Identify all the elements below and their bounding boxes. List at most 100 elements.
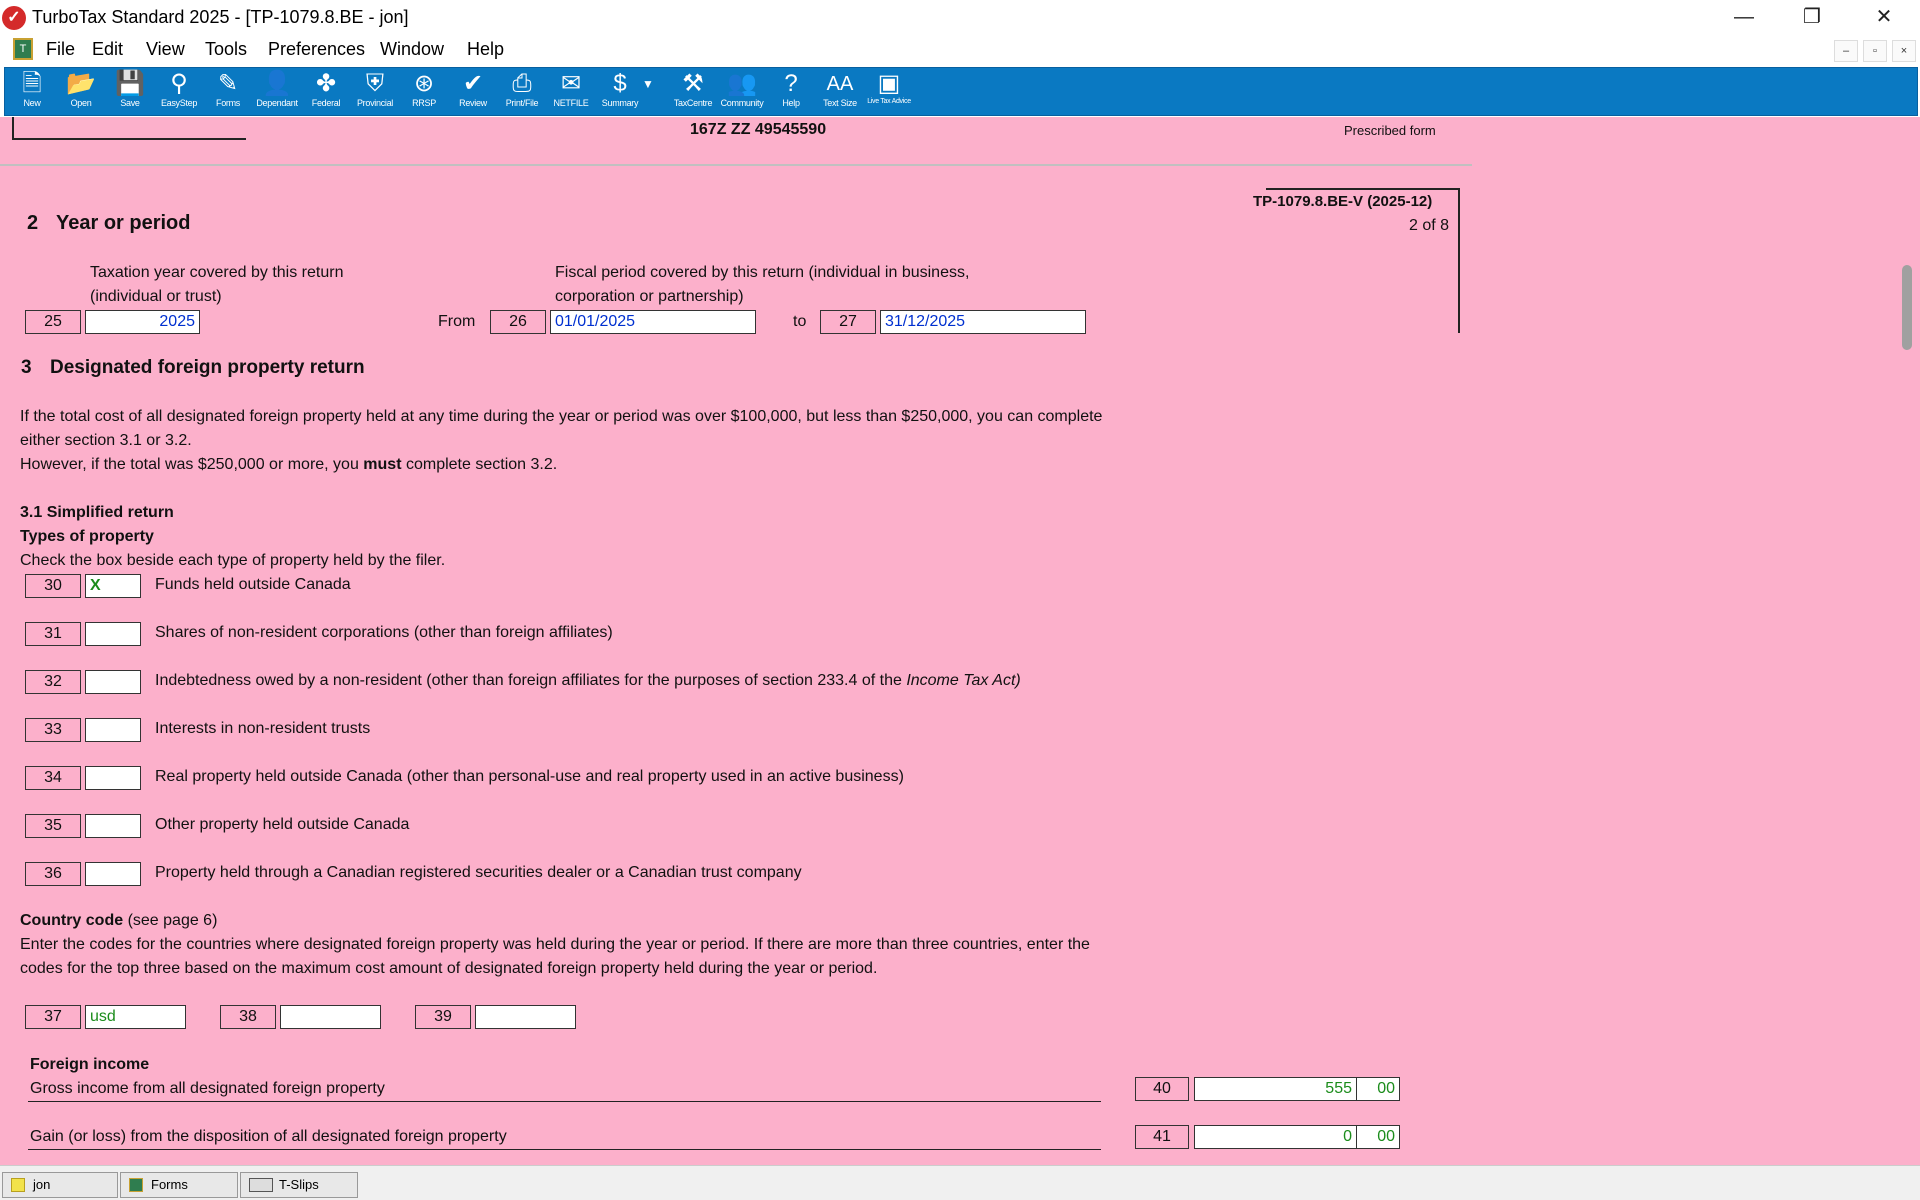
- forms-icon: [129, 1178, 143, 1192]
- provincial-icon: ⛨: [366, 70, 384, 97]
- menu-window[interactable]: Window: [380, 39, 444, 60]
- federal-icon: ✤: [315, 70, 337, 97]
- header-border-top: [1266, 188, 1460, 190]
- community-icon: 👥: [727, 70, 757, 97]
- tax-year-field[interactable]: 2025: [85, 310, 200, 334]
- toolbar-taxcentre-button[interactable]: ⚒ TaxCentre: [669, 68, 717, 117]
- section-2-number: 2: [27, 212, 39, 234]
- funds-outside-canada-checkbox[interactable]: X: [85, 574, 141, 598]
- toolbar-provincial-button[interactable]: ⛨ Provincial: [351, 68, 399, 117]
- line-41-label: 41: [1135, 1125, 1189, 1149]
- to-date-field[interactable]: 31/12/2025: [880, 310, 1086, 334]
- rrsp-icon: ⊛: [413, 70, 435, 97]
- print-icon: ⎙: [512, 70, 532, 97]
- gain-loss-underline: [28, 1149, 1101, 1150]
- toolbar-forms-button[interactable]: ✎ Forms: [204, 68, 252, 117]
- toolbar-rrsp-button[interactable]: ⊛ RRSP: [400, 68, 448, 117]
- toolbar-printfile-button[interactable]: ⎙ Print/File: [498, 68, 546, 117]
- summary-icon: $: [613, 70, 627, 97]
- indebtedness-checkbox[interactable]: [85, 670, 141, 694]
- line-25-label: 25: [25, 310, 81, 334]
- page-separator: [0, 164, 1472, 166]
- summary-dropdown-button[interactable]: ▼: [641, 68, 655, 117]
- from-date-field[interactable]: 01/01/2025: [550, 310, 756, 334]
- page-number: 2 of 8: [1409, 217, 1450, 234]
- toolbar-netfile-button[interactable]: ✉ NETFILE: [547, 68, 595, 117]
- menu-preferences[interactable]: Preferences: [268, 39, 365, 60]
- menu-view[interactable]: View: [146, 39, 185, 60]
- tab-tslips[interactable]: T-Slips: [240, 1172, 358, 1198]
- line-34-label: 34: [25, 766, 81, 790]
- securities-dealer-checkbox[interactable]: [85, 862, 141, 886]
- save-icon: 💾: [115, 70, 145, 97]
- other-property-checkbox[interactable]: [85, 814, 141, 838]
- property-text-33: Interests in non-resident trusts: [155, 720, 371, 737]
- toolbar-textsize-button[interactable]: AA Text Size: [816, 68, 864, 117]
- country-instruction-2: codes for the top three based on the max…: [20, 960, 878, 977]
- tab-jon[interactable]: jon: [2, 1172, 118, 1198]
- mdi-close-button[interactable]: ×: [1892, 40, 1916, 62]
- gain-loss-dollars-field[interactable]: 0: [1194, 1125, 1357, 1149]
- country-code-1-field[interactable]: usd: [85, 1005, 186, 1029]
- netfile-icon: ✉: [560, 70, 582, 97]
- toolbar-summary-button[interactable]: $ Summary: [596, 68, 644, 117]
- from-label: From: [438, 313, 476, 330]
- textsize-icon: AA: [826, 73, 854, 95]
- taxcentre-icon: ⚒: [682, 70, 704, 97]
- minimize-button[interactable]: —: [1714, 0, 1774, 34]
- scrollbar-thumb[interactable]: [1902, 265, 1912, 350]
- section-3-1-title: 3.1 Simplified return: [20, 504, 174, 521]
- property-text-31: Shares of non-resident corporations (oth…: [155, 624, 613, 641]
- toolbar-federal-button[interactable]: ✤ Federal: [302, 68, 350, 117]
- gross-income-cents-field[interactable]: 00: [1356, 1077, 1400, 1101]
- turbotax-check-icon: ✓: [2, 6, 26, 30]
- easystep-icon: ⚲: [170, 70, 188, 97]
- toolbar-help-button[interactable]: ? Help: [767, 68, 815, 117]
- toolbar-new-button[interactable]: 🗎 New: [8, 68, 56, 117]
- toolbar-livetax-button[interactable]: ▣ Live Tax Advice: [865, 68, 913, 117]
- country-code-2-field[interactable]: [280, 1005, 381, 1029]
- country-code-3-field[interactable]: [475, 1005, 576, 1029]
- toolbar-easystep-button[interactable]: ⚲ EasyStep: [155, 68, 203, 117]
- menu-edit[interactable]: Edit: [92, 39, 123, 60]
- section-3-number: 3: [21, 357, 32, 378]
- intro-line-2: either section 3.1 or 3.2.: [20, 432, 192, 449]
- property-text-35: Other property held outside Canada: [155, 816, 410, 833]
- form-id: TP-1079.8.BE-V (2025-12): [1253, 193, 1433, 210]
- real-property-checkbox[interactable]: [85, 766, 141, 790]
- caret-down-icon: ▼: [642, 77, 654, 91]
- tax-year-sublabel: (individual or trust): [90, 288, 222, 305]
- form-area: 167Z ZZ 49545590 Prescribed form TP-1079…: [0, 117, 1920, 1165]
- toolbar-community-button[interactable]: 👥 Community: [718, 68, 766, 117]
- toolbar-review-button[interactable]: ✔ Review: [449, 68, 497, 117]
- gross-income-dollars-field[interactable]: 555: [1194, 1077, 1357, 1101]
- line-38-label: 38: [220, 1005, 276, 1029]
- menu-file[interactable]: File: [46, 39, 75, 60]
- section-3-title: Designated foreign property return: [50, 357, 365, 378]
- gain-loss-cents-field[interactable]: 00: [1356, 1125, 1400, 1149]
- menu-help[interactable]: Help: [467, 39, 504, 60]
- toolbar-dependant-button[interactable]: 👤 Dependant: [253, 68, 301, 117]
- user-icon: [11, 1178, 25, 1192]
- property-text-32: Indebtedness owed by a non-resident (oth…: [155, 672, 1021, 689]
- restore-button[interactable]: ❐: [1782, 0, 1842, 34]
- new-icon: 🗎: [22, 70, 42, 97]
- line-35-label: 35: [25, 814, 81, 838]
- non-resident-trusts-checkbox[interactable]: [85, 718, 141, 742]
- dependant-icon: 👤: [262, 70, 292, 97]
- header-border-right: [1458, 188, 1460, 333]
- document-icon[interactable]: T: [13, 38, 33, 60]
- toolbar-save-button[interactable]: 💾 Save: [106, 68, 154, 117]
- toolbar-open-button[interactable]: 📂 Open: [57, 68, 105, 117]
- types-of-property-title: Types of property: [20, 528, 154, 545]
- gain-loss-label: Gain (or loss) from the disposition of a…: [30, 1128, 507, 1145]
- fiscal-period-sublabel: corporation or partnership): [555, 288, 744, 305]
- account-number: 167Z ZZ 49545590: [690, 121, 827, 138]
- mdi-restore-button[interactable]: ▫: [1863, 40, 1887, 62]
- tab-forms[interactable]: Forms: [120, 1172, 238, 1198]
- menu-tools[interactable]: Tools: [205, 39, 247, 60]
- close-button[interactable]: ✕: [1854, 0, 1914, 34]
- shares-non-resident-checkbox[interactable]: [85, 622, 141, 646]
- mdi-minimize-button[interactable]: –: [1834, 40, 1858, 62]
- window-title: TurboTax Standard 2025 - [TP-1079.8.BE -…: [32, 7, 409, 27]
